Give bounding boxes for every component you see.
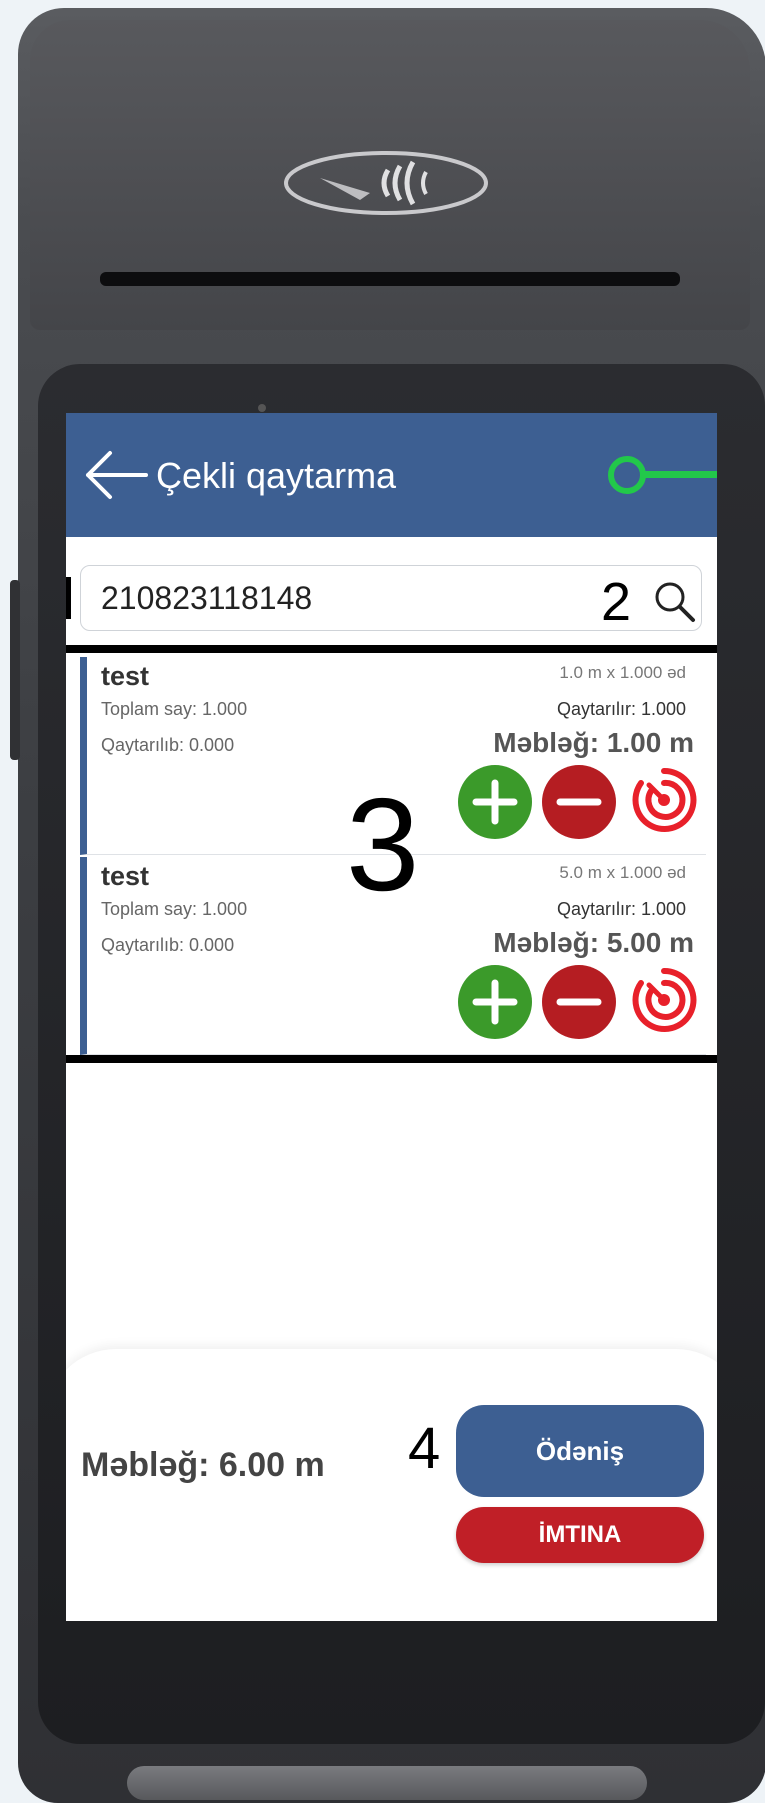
annotation-marker-4: 4 — [408, 1416, 441, 1481]
decrease-button[interactable] — [542, 965, 616, 1039]
item-returning-qty: Qaytarılır: 1.000 — [556, 699, 686, 719]
camera-dot — [258, 404, 266, 412]
item-name: test — [101, 661, 150, 691]
item-total-qty: Toplam say: 1.000 — [101, 699, 248, 719]
item-amount: Məbləğ: 1.00 m — [493, 727, 694, 758]
page-title: Çekli qaytarma — [156, 455, 397, 496]
item-returned-qty: Qaytarılıb: 0.000 — [101, 935, 235, 955]
return-all-button[interactable] — [627, 963, 701, 1037]
increase-button[interactable] — [458, 965, 532, 1039]
app-screen: Çekli qaytarma 210823118148 2 test Topla… — [66, 413, 717, 1621]
search-input[interactable]: 210823118148 — [101, 580, 312, 617]
search-icon[interactable] — [653, 580, 697, 624]
item-returned-qty: Qaytarılıb: 0.000 — [101, 735, 235, 755]
side-button — [10, 580, 20, 760]
pos-device-stage: Çekli qaytarma 210823118148 2 test Topla… — [0, 0, 765, 1803]
annotation-marker-2: 2 — [601, 572, 632, 632]
radar-icon — [632, 767, 697, 832]
increase-button[interactable] — [458, 765, 532, 839]
card-slot — [100, 272, 680, 286]
payment-button[interactable]: Ödəniş — [456, 1405, 704, 1497]
decrease-button[interactable] — [542, 765, 616, 839]
radar-icon — [632, 967, 697, 1032]
annotation-line — [644, 471, 717, 478]
item-total-qty: Toplam say: 1.000 — [101, 899, 248, 919]
receipt-search-field[interactable]: 210823118148 2 — [80, 565, 702, 632]
cancel-button[interactable]: İMTINA — [456, 1507, 704, 1563]
return-items-list: test Toplam say: 1.000 Qaytarılıb: 0.000… — [66, 645, 717, 1063]
contactless-icon — [284, 151, 488, 215]
annotation-marker-1 — [66, 577, 71, 619]
item-returning-qty: Qaytarılır: 1.000 — [556, 899, 686, 919]
annotation-marker-3: 3 — [346, 771, 420, 918]
plus-icon — [472, 779, 518, 825]
app-bar: Çekli qaytarma — [66, 413, 717, 537]
item-price: 5.0 m x 1.000 əd — [559, 863, 686, 882]
arrow-left-icon[interactable] — [80, 449, 150, 501]
item-name: test — [101, 861, 150, 891]
return-all-button[interactable] — [627, 763, 701, 837]
item-amount: Məbləğ: 5.00 m — [493, 927, 694, 958]
plus-icon — [472, 979, 518, 1025]
minus-icon — [556, 998, 602, 1006]
item-price: 1.0 m x 1.000 əd — [559, 663, 686, 682]
device-bottom-bar — [127, 1766, 647, 1800]
total-amount: Məbləğ: 6.00 m — [81, 1446, 325, 1484]
minus-icon — [556, 798, 602, 806]
annotation-circle — [608, 456, 646, 494]
